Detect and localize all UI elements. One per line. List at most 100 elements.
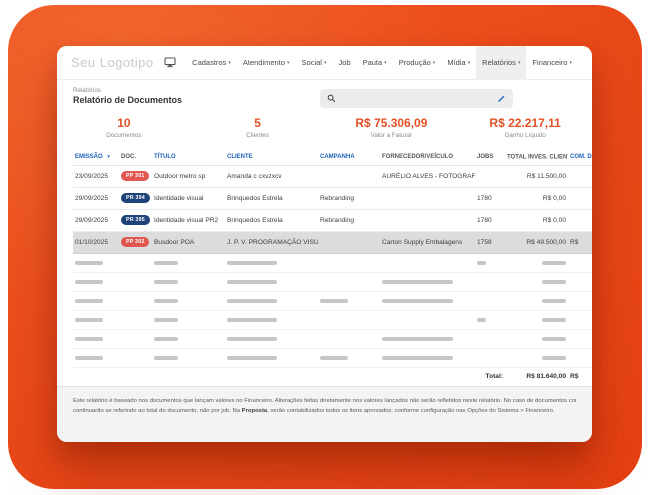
skeleton-bar — [227, 356, 277, 360]
column-header-emissao[interactable]: EMISSÃO ▼ — [73, 150, 119, 165]
nav-label: Atendimento — [243, 58, 285, 67]
skeleton-row — [73, 348, 592, 367]
cell-total: R$ 11.500,00 — [505, 165, 568, 187]
stat-documentos: 10 Documentos — [57, 116, 191, 152]
stat-label: Clientes — [191, 132, 325, 139]
cell-doc: PR 394 — [119, 187, 152, 209]
skeleton-row — [73, 253, 592, 272]
skeleton-row — [73, 272, 592, 291]
nav-item-cadastros[interactable]: Cadastros ▾ — [186, 46, 237, 80]
skeleton-bar — [542, 280, 566, 284]
column-header-titulo[interactable]: TÍTULO — [152, 150, 225, 165]
skeleton-row — [73, 329, 592, 348]
column-header-fornecedor[interactable]: FORNECEDOR/VEÍCULO — [380, 150, 475, 165]
table-row[interactable]: 29/09/2025 PR 395 Identidade visual PR2 … — [73, 209, 592, 231]
stat-label: Valor a Faturar — [325, 132, 459, 139]
nav-item-financeiro[interactable]: Financeiro ▾ — [526, 46, 578, 80]
cell-jobs — [475, 165, 505, 187]
skeleton-bar — [154, 337, 178, 341]
skeleton-bar — [382, 356, 453, 360]
nav-item-midia[interactable]: Mídia ▾ — [441, 46, 476, 80]
stat-label: Ganho Líquido — [458, 132, 592, 139]
documents-table-container: EMISSÃO ▼ DOC. TÍTULO CLIENTE CAMPANHA F… — [73, 150, 592, 386]
cell-emissao: 29/09/2025 — [73, 209, 119, 231]
footer-note-text: continuarão se referindo ao total do doc… — [73, 408, 242, 414]
stat-ganho-liquido: R$ 22.217,11 Ganho Líquido — [458, 116, 592, 152]
nav-label: Relatórios — [482, 58, 516, 67]
skeleton-bar — [154, 280, 178, 284]
nav-item-social[interactable]: Social ▾ — [296, 46, 333, 80]
skeleton-bar — [542, 261, 566, 265]
column-header-doc[interactable]: DOC. — [119, 150, 152, 165]
app-window: Seu Logotipo Cadastros ▾ Atendimento ▾ — [57, 46, 592, 442]
table-row-selected[interactable]: 01/10/2025 PP 302 Busdoor POA J. P. V. P… — [73, 231, 592, 253]
column-header-com[interactable]: COM. D — [568, 150, 592, 165]
doc-badge[interactable]: PR 394 — [121, 193, 150, 203]
nav-label: Cadastros — [192, 58, 226, 67]
skeleton-bar — [154, 299, 178, 303]
cell-jobs: 1780 — [475, 209, 505, 231]
page-title: Relatório de Documentos — [73, 95, 182, 105]
cell-com — [568, 209, 592, 231]
column-header-jobs[interactable]: JOBS — [475, 150, 505, 165]
cell-com — [568, 187, 592, 209]
stage: Seu Logotipo Cadastros ▾ Atendimento ▾ — [0, 0, 650, 495]
skeleton-bar — [154, 318, 178, 322]
column-header-cliente[interactable]: CLIENTE — [225, 150, 318, 165]
stat-value: R$ 22.217,11 — [458, 116, 592, 130]
stat-value: 5 — [191, 116, 325, 130]
nav-item-atendimento[interactable]: Atendimento ▾ — [237, 46, 296, 80]
documents-table: EMISSÃO ▼ DOC. TÍTULO CLIENTE CAMPANHA F… — [73, 150, 592, 385]
column-label: TOTAL INVES. CLIENTE — [507, 155, 568, 161]
stats-row: 10 Documentos 5 Clientes R$ 75.306,09 Va… — [57, 116, 592, 152]
cell-com: R$ — [568, 231, 592, 253]
table-header-row: EMISSÃO ▼ DOC. TÍTULO CLIENTE CAMPANHA F… — [73, 150, 592, 165]
nav-item-job[interactable]: Job — [332, 46, 356, 80]
nav-item-relatorios[interactable]: Relatórios ▾ — [476, 46, 526, 80]
doc-badge[interactable]: PR 395 — [121, 215, 150, 225]
cell-emissao: 29/09/2025 — [73, 187, 119, 209]
cell-doc: PR 395 — [119, 209, 152, 231]
column-header-total-inves[interactable]: TOTAL INVES. CLIENTE — [505, 150, 568, 165]
cell-jobs: 1780 — [475, 187, 505, 209]
footer-note-text: , serão contabilizados todos os itens ap… — [267, 408, 554, 414]
edit-pencil-icon[interactable] — [496, 94, 506, 104]
cell-campanha: Rebranding — [318, 209, 380, 231]
cell-fornecedor: AURÉLIO ALVES - FOTOGRAFIA — [380, 165, 475, 187]
skeleton-bar — [227, 280, 277, 284]
doc-badge[interactable]: PP 302 — [121, 237, 149, 247]
nav-label: Produção — [399, 58, 431, 67]
nav-label: Mídia — [447, 58, 465, 67]
column-label: EMISSÃO — [75, 154, 103, 160]
cell-com — [568, 165, 592, 187]
footer-note-line1: Este relatório é baseado nos documentos … — [73, 396, 576, 406]
skeleton-bar — [320, 299, 348, 303]
skeleton-bar — [542, 299, 566, 303]
skeleton-bar — [227, 261, 277, 265]
nav-item-producao[interactable]: Produção ▾ — [393, 46, 442, 80]
top-navbar: Seu Logotipo Cadastros ▾ Atendimento ▾ — [57, 46, 592, 80]
skeleton-bar — [382, 280, 453, 284]
nav-label: Social — [302, 58, 322, 67]
total-label: Total: — [73, 367, 505, 385]
nav-menu: Cadastros ▾ Atendimento ▾ Social ▾ Job P… — [164, 46, 578, 80]
page-header: Relatórios Relatório de Documentos — [57, 80, 592, 112]
column-header-campanha[interactable]: CAMPANHA — [318, 150, 380, 165]
cell-cliente: Brinquedos Estrela — [225, 209, 318, 231]
chevron-down-icon: ▾ — [228, 60, 231, 66]
footer-note-bold: Proposta — [242, 408, 268, 414]
brand-logo: Seu Logotipo — [71, 55, 164, 70]
skeleton-bar — [227, 337, 277, 341]
monitor-icon[interactable] — [164, 57, 176, 68]
skeleton-row — [73, 291, 592, 310]
skeleton-bar — [154, 261, 178, 265]
cell-cliente: Brinquedos Estrela — [225, 187, 318, 209]
table-row[interactable]: 23/09/2025 PP 301 Outdoor metro sp Amand… — [73, 165, 592, 187]
search-input[interactable] — [341, 95, 496, 102]
nav-item-pauta[interactable]: Pauta ▾ — [357, 46, 393, 80]
skeleton-bar — [382, 337, 453, 341]
chevron-down-icon: ▾ — [468, 60, 471, 66]
table-row[interactable]: 29/09/2025 PR 394 Identidade visual Brin… — [73, 187, 592, 209]
cell-fornecedor: Carton Supply Embalagens — [380, 231, 475, 253]
doc-badge[interactable]: PP 301 — [121, 171, 149, 181]
